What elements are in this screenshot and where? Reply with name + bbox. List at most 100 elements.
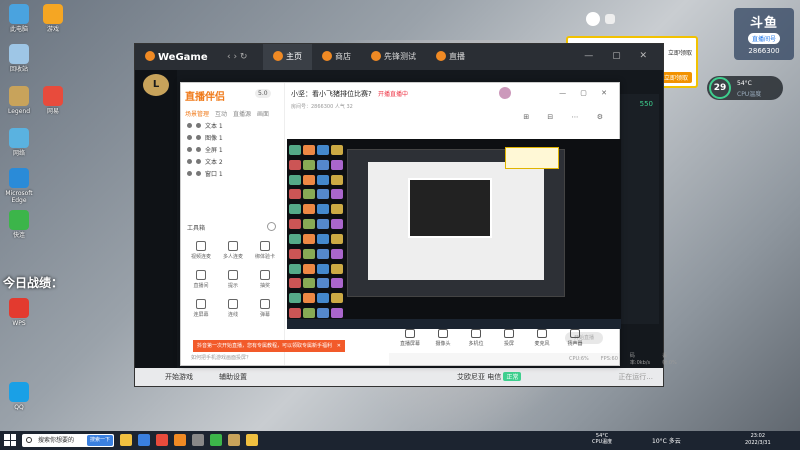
desktop-icon[interactable]: Microsoft Edge xyxy=(2,168,36,204)
eye-icon[interactable] xyxy=(187,158,192,164)
windows-start-icon[interactable] xyxy=(4,434,16,446)
stream-left-tab[interactable]: 互动 xyxy=(215,109,227,118)
desktop-icon[interactable]: WPS xyxy=(2,298,36,327)
wegame-tab[interactable]: 主页 xyxy=(263,44,312,70)
taskbar-app-icon[interactable] xyxy=(138,434,150,446)
tool-button[interactable]: 提示 xyxy=(217,270,249,289)
wegame-logo: WeGame xyxy=(145,51,208,63)
preview-mini-icon xyxy=(331,204,343,215)
scene-item[interactable]: 窗口 1 xyxy=(181,167,284,179)
stream-toast[interactable]: 抖音第一次开始直播，您有专属教程，可以领取专属新手福利 ✕ xyxy=(193,340,345,352)
wegame-tab[interactable]: 直播 xyxy=(426,44,475,70)
toast-close-icon[interactable]: ✕ xyxy=(337,340,341,352)
desktop-icon[interactable]: 网易 xyxy=(36,86,70,115)
lol-game-icon[interactable]: L xyxy=(143,74,169,96)
taskbar-app-icon[interactable] xyxy=(246,434,258,446)
taskbar-app-icon[interactable] xyxy=(210,434,222,446)
stream-control[interactable]: 扬声器 xyxy=(560,329,590,347)
tool-icon xyxy=(228,270,238,280)
taskbar-app-icon[interactable] xyxy=(156,434,168,446)
tool-button[interactable]: 抽奖 xyxy=(249,270,281,289)
preview-mini-icon xyxy=(317,308,329,319)
tool-button[interactable]: 连屏幕 xyxy=(185,299,217,318)
lock-icon[interactable] xyxy=(196,170,201,176)
wegame-tab-label: 直播 xyxy=(449,52,465,61)
wegame-tab[interactable]: 商店 xyxy=(312,44,361,70)
lock-icon[interactable] xyxy=(196,122,201,128)
app-icon xyxy=(9,210,29,230)
wegame-nav-buttons[interactable]: ‹ › ↻ xyxy=(227,52,247,62)
notif-claim-button[interactable]: 立即领取 xyxy=(659,72,692,83)
desktop-icon-label: 网易 xyxy=(46,108,59,115)
scene-item[interactable]: 图像 1 xyxy=(181,131,284,143)
server-select[interactable]: 艾欧尼亚 电信 正常 xyxy=(457,372,522,382)
taskbar-clock[interactable]: 23:02 2022/3/31 xyxy=(745,433,771,447)
wegame-tab[interactable]: 先锋测试 xyxy=(361,44,426,70)
assist-settings-button[interactable]: 辅助设置 xyxy=(219,372,247,382)
taskbar-app-icon[interactable] xyxy=(192,434,204,446)
tool-button[interactable]: 直播间 xyxy=(185,270,217,289)
stream-control[interactable]: 投屏 xyxy=(494,329,524,347)
toolbox-help-icon[interactable] xyxy=(267,222,276,231)
eye-icon[interactable] xyxy=(187,122,192,128)
control-icon xyxy=(471,329,481,338)
stream-preview[interactable] xyxy=(287,139,621,329)
stream-control[interactable]: 摄像头 xyxy=(428,329,458,347)
lock-icon[interactable] xyxy=(196,134,201,140)
start-game-button[interactable]: 开始游戏 xyxy=(165,372,193,382)
taskbar-app-icon[interactable] xyxy=(228,434,240,446)
tool-button[interactable]: 绑体验卡 xyxy=(249,241,281,260)
search-button[interactable]: 搜索一下 xyxy=(86,435,113,446)
douyu-widget[interactable]: 斗鱼 直播间号 2866300 xyxy=(734,8,794,60)
stream-top-icons[interactable]: ⊞ ⊟ ⋯ ⚙ xyxy=(523,113,611,121)
eye-icon[interactable] xyxy=(187,146,192,152)
eye-icon[interactable] xyxy=(187,170,192,176)
taskbar-weather[interactable]: 10°C 多云 xyxy=(652,436,681,445)
stream-window-controls[interactable]: — ▢ ✕ xyxy=(559,89,613,97)
scene-item[interactable]: 文本 2 xyxy=(181,155,284,167)
tool-icon xyxy=(228,241,238,251)
stream-left-tab[interactable]: 直播源 xyxy=(233,109,251,118)
wegame-tab-label: 先锋测试 xyxy=(384,52,416,61)
douyu-room-number: 2866300 xyxy=(748,47,780,55)
tool-button[interactable]: 弹幕 xyxy=(249,299,281,318)
desktop-icon[interactable]: QQ xyxy=(2,382,36,411)
eye-icon[interactable] xyxy=(187,134,192,140)
search-icon xyxy=(26,437,32,443)
lock-icon[interactable] xyxy=(196,158,201,164)
stream-control[interactable]: 麦克风 xyxy=(527,329,557,347)
scene-item[interactable]: 全屏 1 xyxy=(181,143,284,155)
desktop-icon[interactable]: 回收站 xyxy=(2,44,36,73)
taskbar-app-icon[interactable] xyxy=(174,434,186,446)
user-avatar[interactable] xyxy=(499,87,511,99)
bell-icon[interactable] xyxy=(605,14,615,24)
scene-item[interactable]: 文本 1 xyxy=(181,119,284,131)
tool-button[interactable]: 视频连麦 xyxy=(185,241,217,260)
desktop-icon[interactable]: 网络 xyxy=(2,128,36,157)
preview-mini-icon xyxy=(331,293,343,304)
stream-left-tab[interactable]: 画面 xyxy=(257,109,269,118)
wegame-window-controls[interactable]: — ▢ ✕ xyxy=(584,51,655,61)
app-icon xyxy=(9,382,29,402)
pet-cat-icon[interactable] xyxy=(586,12,600,26)
taskbar-search-input[interactable]: 搜索你想要的 搜索一下 xyxy=(22,434,114,447)
lock-icon[interactable] xyxy=(196,146,201,152)
stream-control[interactable]: 多机位 xyxy=(461,329,491,347)
stream-tip-link[interactable]: 如何把手机游戏画面投屏？ xyxy=(191,354,251,361)
cpu-gauge[interactable]: 29 54°C CPU温度 xyxy=(707,76,783,100)
tool-button[interactable]: 连线 xyxy=(217,299,249,318)
desktop-icon[interactable]: Legend xyxy=(2,86,36,115)
preview-mini-icon xyxy=(289,145,301,155)
stream-logo: 直播伴侣 xyxy=(185,92,225,103)
control-label: 直播屏幕 xyxy=(399,341,420,347)
status-item: 丢帧:0% xyxy=(662,353,677,366)
stream-main-area: 小坚：看小飞猪排位比赛? 开播直播中 房间号：2866300 人气 32 — ▢… xyxy=(285,83,677,366)
stream-control[interactable]: 直播屏幕 xyxy=(395,329,425,347)
stream-left-tab[interactable]: 场景管理 xyxy=(185,109,209,118)
desktop-icon[interactable]: 快连 xyxy=(2,210,36,239)
desktop-icon[interactable]: 此电脑 xyxy=(2,4,36,33)
preview-nested-window xyxy=(347,149,565,297)
desktop-icon[interactable]: 游戏 xyxy=(36,4,70,33)
tool-button[interactable]: 多人连麦 xyxy=(217,241,249,260)
taskbar-app-icon[interactable] xyxy=(120,434,132,446)
